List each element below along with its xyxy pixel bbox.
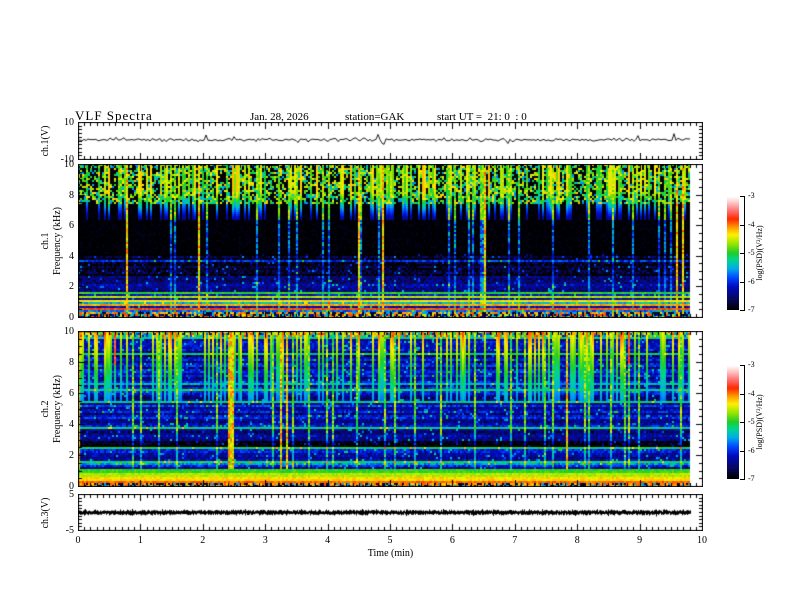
colorbar-tick-label: -3 bbox=[748, 191, 755, 200]
y-tick-label: 10 bbox=[64, 326, 74, 337]
colorbar-tick-label: -5 bbox=[748, 248, 755, 257]
colorbar-tick bbox=[740, 281, 745, 283]
colorbar-tick bbox=[740, 224, 745, 226]
x-tick-label: 0 bbox=[75, 535, 81, 546]
colorbar-tick-label: -4 bbox=[748, 388, 755, 398]
x-tick-label: 3 bbox=[262, 535, 268, 546]
x-tick-label: 1 bbox=[137, 535, 143, 546]
x-tick-label: 5 bbox=[387, 535, 393, 546]
x-axis-label: Time (min) bbox=[367, 548, 414, 559]
colorbar-tick bbox=[740, 479, 745, 480]
colorbar-tick bbox=[740, 196, 745, 197]
y-axis-label-ch1-spectrogram-frequency: Frequency (kHz) bbox=[52, 206, 63, 276]
x-tick-label: 6 bbox=[449, 535, 455, 546]
colorbar-2-gradient bbox=[727, 365, 739, 479]
colorbar-tick bbox=[740, 365, 745, 366]
colorbar-tick-label: -7 bbox=[748, 305, 755, 314]
x-tick-label: 8 bbox=[574, 535, 580, 546]
colorbar-label: log(PSD)(V²/Hz) bbox=[755, 225, 764, 281]
colorbar-tick bbox=[740, 310, 745, 311]
colorbar-1-gradient bbox=[727, 196, 739, 310]
colorbar-label: log(PSD)(V²/Hz) bbox=[755, 394, 764, 450]
x-tick-label: 10 bbox=[697, 535, 707, 546]
ch3-waveform-canvas bbox=[78, 494, 703, 531]
x-tick-label: 4 bbox=[325, 535, 331, 546]
colorbar-tick-label: -3 bbox=[748, 360, 755, 369]
y-tick-label: 0 bbox=[69, 312, 74, 323]
y-tick-label: 10 bbox=[64, 159, 74, 170]
colorbar-tick-label: -6 bbox=[748, 445, 755, 455]
x-tick-label: 9 bbox=[637, 535, 643, 546]
y-axis-label-ch2-spectrogram-frequency: Frequency (kHz) bbox=[52, 374, 63, 444]
vlf-spectra-figure: VLF Spectra Jan. 28, 2026 station=GAK st… bbox=[0, 0, 792, 612]
colorbar-tick-label: -5 bbox=[748, 417, 755, 426]
colorbar-tick bbox=[740, 253, 745, 254]
colorbar-tick bbox=[740, 450, 745, 452]
y-axis-label-ch3-waveform: ch.3(V) bbox=[40, 497, 51, 528]
colorbar-tick-label: -6 bbox=[748, 276, 755, 286]
plot-area: 10 -10 ch.1(V) 10 8 6 4 2 0 ch.1 Frequency (kHz) -3… bbox=[0, 0, 792, 612]
x-tick-label: 2 bbox=[200, 535, 206, 546]
ch1-waveform-canvas bbox=[78, 122, 703, 160]
x-tick-label: 7 bbox=[512, 535, 518, 546]
y-axis-label-ch1-spectrogram-channel: ch.1 bbox=[40, 232, 51, 250]
colorbar-tick bbox=[740, 422, 745, 423]
colorbar-tick-label: -7 bbox=[748, 474, 755, 483]
colorbar-tick-label: -4 bbox=[748, 219, 755, 229]
ch1-spectrogram-canvas bbox=[78, 164, 703, 318]
colorbar-tick bbox=[740, 393, 745, 395]
ch2-spectrogram-canvas bbox=[78, 331, 703, 487]
